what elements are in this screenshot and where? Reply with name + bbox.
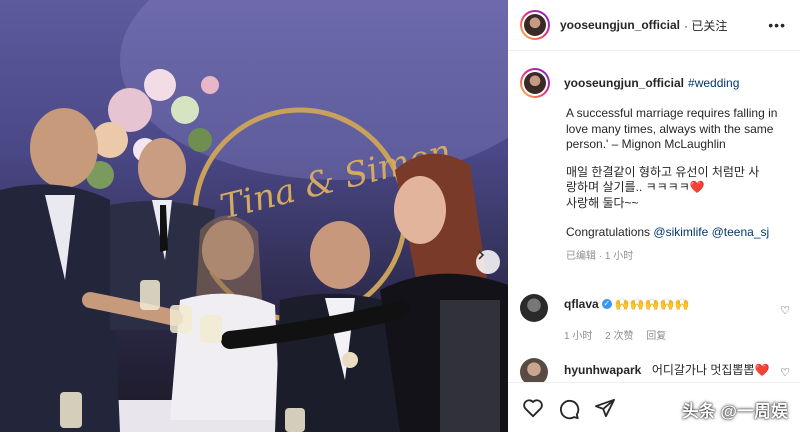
comment-like-heart-icon[interactable]: ♡	[780, 366, 790, 379]
comment-username[interactable]: qflava	[564, 297, 599, 311]
mention-link[interactable]: @sikimlife	[653, 225, 708, 239]
comment-time[interactable]: 1 小时	[564, 331, 592, 342]
comment-likes[interactable]: 2 次赞	[605, 331, 633, 342]
comment-text: 🙌🙌🙌🙌🙌	[614, 297, 690, 311]
avatar[interactable]	[520, 294, 548, 322]
post-username[interactable]: yooseungjun_official	[560, 18, 680, 32]
caption-avatar[interactable]	[520, 68, 550, 98]
more-options-icon[interactable]: •••	[768, 17, 786, 33]
reply-button[interactable]: 回复	[646, 331, 666, 342]
mention-link[interactable]: @teena_sj	[712, 225, 770, 239]
caption-line: 매일 한결같이 형하고 유선이 처럼만 사	[566, 164, 760, 179]
comment-like-heart-icon[interactable]: ♡	[780, 304, 790, 317]
heart-emoji: ❤️	[754, 363, 770, 377]
caption-line: 랑하며 살기를.. ㅋㅋㅋㅋ	[566, 180, 690, 194]
comment-item: qflava ✓ 🙌🙌🙌🙌🙌 1 小时 2 次赞 回复	[520, 294, 689, 342]
paper-plane-icon[interactable]	[594, 398, 616, 418]
edited-label: 已编辑	[566, 250, 596, 262]
hashtag-link[interactable]: #wedding	[688, 76, 739, 90]
wedding-photo-illustration: Tina & Simon	[0, 0, 508, 432]
caption-line: love many times, always with the same	[566, 121, 774, 136]
caption-congrats: Congratulations	[566, 225, 651, 239]
comment-username[interactable]: hyunhwapark	[564, 363, 641, 377]
follow-status[interactable]: · 已关注	[684, 17, 727, 34]
post-caption: yooseungjun_official #wedding A successf…	[520, 68, 792, 264]
next-photo-arrow[interactable]	[476, 250, 500, 274]
post-header: yooseungjun_official · 已关注 •••	[508, 0, 800, 51]
heart-emoji: ❤️	[689, 180, 705, 194]
verified-badge-icon: ✓	[601, 298, 612, 309]
chevron-right-icon	[478, 250, 485, 260]
watermark-text: 头条 @一周娱	[681, 402, 788, 421]
post-photo: Tina & Simon	[0, 0, 508, 432]
guest-right	[380, 153, 508, 432]
caption-line: A successful marriage requires falling i…	[566, 106, 778, 120]
caption-line: person.' – Mignon McLaughlin	[566, 137, 726, 151]
comment-icon[interactable]	[558, 398, 580, 420]
avatar[interactable]	[520, 10, 550, 40]
guest-left	[0, 108, 120, 432]
comment-text: 어디갈가나 멋집뽑뽑	[651, 363, 755, 377]
caption-username[interactable]: yooseungjun_official	[564, 76, 684, 90]
post-time[interactable]: · 1 小时	[599, 251, 633, 262]
caption-line: 사랑해 둘다~~	[566, 195, 639, 210]
post-side-panel: yooseungjun_official · 已关注 ••• yooseungj…	[508, 0, 800, 433]
action-bar: 头条 @一周娱	[508, 382, 800, 433]
heart-icon[interactable]	[522, 398, 544, 418]
